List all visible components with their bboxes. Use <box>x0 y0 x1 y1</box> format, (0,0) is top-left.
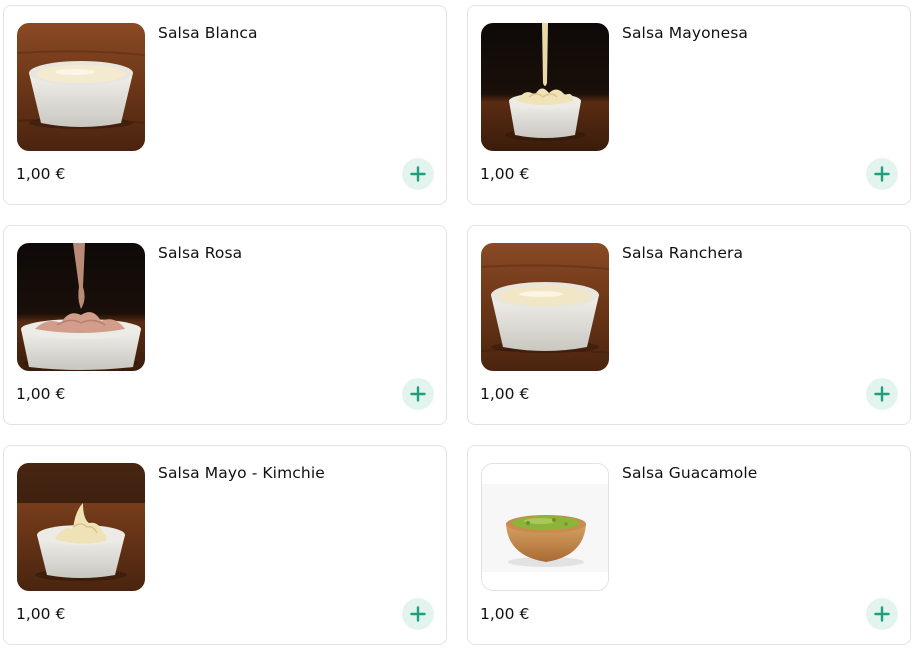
product-price: 1,00 € <box>16 605 66 623</box>
product-image <box>481 463 609 591</box>
product-image <box>17 463 145 591</box>
plus-icon <box>874 606 890 622</box>
plus-icon <box>410 166 426 182</box>
product-image <box>481 23 609 151</box>
product-image <box>17 243 145 371</box>
product-grid: Salsa Blanca 1,00 € Salsa Mayonesa 1,00 … <box>3 5 911 645</box>
product-card[interactable]: Salsa Rosa 1,00 € <box>3 225 447 425</box>
plus-icon <box>874 386 890 402</box>
product-name: Salsa Rosa <box>158 244 243 262</box>
product-name: Salsa Mayo - Kimchie <box>158 464 325 482</box>
product-price: 1,00 € <box>16 385 66 403</box>
product-price: 1,00 € <box>480 165 530 183</box>
product-image <box>481 243 609 371</box>
product-card[interactable]: Salsa Ranchera 1,00 € <box>467 225 911 425</box>
product-image <box>17 23 145 151</box>
plus-icon <box>874 166 890 182</box>
add-to-cart-button[interactable] <box>866 378 898 410</box>
product-name: Salsa Guacamole <box>622 464 758 482</box>
product-name: Salsa Mayonesa <box>622 24 749 42</box>
product-name: Salsa Ranchera <box>622 244 744 262</box>
product-card[interactable]: Salsa Mayonesa 1,00 € <box>467 5 911 205</box>
add-to-cart-button[interactable] <box>866 598 898 630</box>
add-to-cart-button[interactable] <box>402 158 434 190</box>
product-price: 1,00 € <box>480 385 530 403</box>
product-name: Salsa Blanca <box>158 24 258 42</box>
product-price: 1,00 € <box>480 605 530 623</box>
product-card[interactable]: Salsa Mayo - Kimchie 1,00 € <box>3 445 447 645</box>
add-to-cart-button[interactable] <box>402 378 434 410</box>
product-card[interactable]: Salsa Blanca 1,00 € <box>3 5 447 205</box>
plus-icon <box>410 606 426 622</box>
plus-icon <box>410 386 426 402</box>
add-to-cart-button[interactable] <box>402 598 434 630</box>
product-card[interactable]: Salsa Guacamole 1,00 € <box>467 445 911 645</box>
add-to-cart-button[interactable] <box>866 158 898 190</box>
product-price: 1,00 € <box>16 165 66 183</box>
